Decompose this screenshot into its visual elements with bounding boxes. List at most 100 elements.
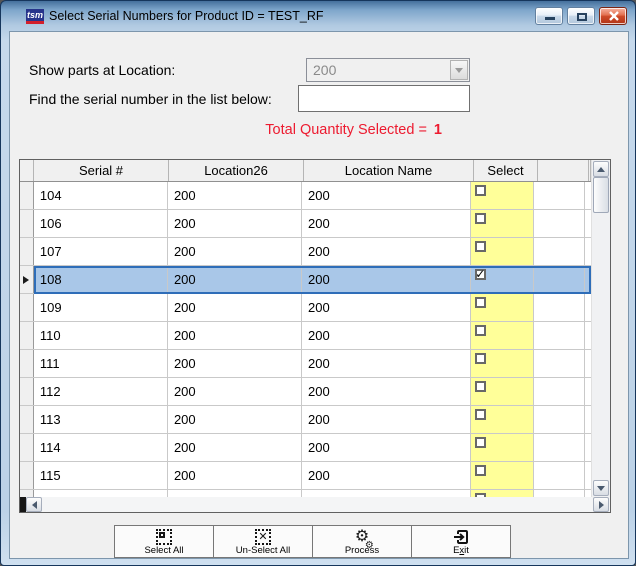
grid-row[interactable]: 110200200 <box>20 322 591 350</box>
location-name-cell[interactable]: 200 <box>302 434 471 461</box>
select-checkbox[interactable] <box>475 269 486 280</box>
select-cell[interactable] <box>471 350 535 377</box>
vertical-scrollbar[interactable] <box>591 160 610 497</box>
location-name-cell[interactable]: 200 <box>302 350 471 377</box>
grid-row[interactable]: 104200200 <box>20 182 591 210</box>
grid-row[interactable]: 112200200 <box>20 378 591 406</box>
row-selector-cell[interactable] <box>20 294 34 321</box>
select-cell[interactable] <box>471 462 535 489</box>
row-selector-cell[interactable] <box>20 182 34 209</box>
extra-cell[interactable] <box>534 294 585 321</box>
scroll-down-button[interactable] <box>593 480 609 496</box>
select-checkbox[interactable] <box>475 241 486 252</box>
scroll-right-button[interactable] <box>593 497 609 512</box>
location-name-cell[interactable]: 200 <box>302 266 471 293</box>
select-cell[interactable] <box>471 266 535 293</box>
minimize-button[interactable] <box>535 7 563 25</box>
serial-cell[interactable]: 110 <box>34 322 168 349</box>
row-selector-cell[interactable] <box>20 406 34 433</box>
extra-cell[interactable] <box>534 462 585 489</box>
select-checkbox[interactable] <box>475 409 486 420</box>
location-name-cell[interactable]: 200 <box>302 210 471 237</box>
location-name-cell[interactable]: 200 <box>302 322 471 349</box>
select-all-button[interactable]: Select All <box>114 525 214 558</box>
serial-cell[interactable]: 111 <box>34 350 168 377</box>
location26-cell[interactable]: 200 <box>168 182 302 209</box>
serial-cell[interactable]: 108 <box>34 266 168 293</box>
select-cell[interactable] <box>471 378 535 405</box>
grid-row[interactable]: 109200200 <box>20 294 591 322</box>
select-checkbox[interactable] <box>475 465 486 476</box>
select-checkbox[interactable] <box>475 185 486 196</box>
extra-cell[interactable] <box>534 210 585 237</box>
location26-cell[interactable]: 200 <box>168 238 302 265</box>
row-selector-cell[interactable] <box>20 434 34 461</box>
select-cell[interactable] <box>471 294 535 321</box>
dropdown-arrow-button[interactable] <box>450 60 468 80</box>
scroll-left-button[interactable] <box>26 497 42 512</box>
select-checkbox[interactable] <box>475 325 486 336</box>
select-cell[interactable] <box>471 238 535 265</box>
exit-button[interactable]: Exit <box>411 525 511 558</box>
serial-cell[interactable]: 112 <box>34 378 168 405</box>
vertical-scrollbar-thumb[interactable] <box>593 177 609 213</box>
location26-cell[interactable]: 200 <box>168 266 302 293</box>
close-button[interactable] <box>599 7 627 25</box>
location26-cell[interactable]: 200 <box>168 322 302 349</box>
location26-cell[interactable]: 200 <box>168 210 302 237</box>
grid-row[interactable]: 108200200 <box>20 266 591 294</box>
grid-row[interactable]: 114200200 <box>20 434 591 462</box>
grid-row[interactable]: 107200200 <box>20 238 591 266</box>
grid-row[interactable]: 113200200 <box>20 406 591 434</box>
serial-cell[interactable]: 104 <box>34 182 168 209</box>
location-name-cell[interactable]: 200 <box>302 182 471 209</box>
location-name-cell[interactable]: 200 <box>302 462 471 489</box>
row-selector-cell[interactable] <box>20 266 34 293</box>
maximize-button[interactable] <box>567 7 595 25</box>
extra-cell[interactable] <box>534 266 585 293</box>
titlebar[interactable]: tsm Select Serial Numbers for Product ID… <box>1 1 635 31</box>
location26-cell[interactable]: 200 <box>168 350 302 377</box>
select-cell[interactable] <box>471 434 535 461</box>
process-button[interactable]: Process <box>312 525 412 558</box>
location26-cell[interactable]: 200 <box>168 462 302 489</box>
row-selector-cell[interactable] <box>20 238 34 265</box>
select-cell[interactable] <box>471 182 535 209</box>
serial-cell[interactable]: 114 <box>34 434 168 461</box>
location26-cell[interactable]: 200 <box>168 434 302 461</box>
location26-cell[interactable]: 200 <box>168 406 302 433</box>
scroll-up-button[interactable] <box>593 161 609 177</box>
serial-cell[interactable]: 107 <box>34 238 168 265</box>
extra-cell[interactable] <box>534 182 585 209</box>
select-cell[interactable] <box>471 322 535 349</box>
location-name-cell[interactable]: 200 <box>302 294 471 321</box>
location26-cell[interactable]: 200 <box>168 378 302 405</box>
header-location-name[interactable]: Location Name <box>304 160 474 181</box>
serial-cell[interactable]: 115 <box>34 462 168 489</box>
select-checkbox[interactable] <box>475 381 486 392</box>
select-checkbox[interactable] <box>475 213 486 224</box>
serial-cell[interactable]: 106 <box>34 210 168 237</box>
grid-row[interactable]: 106200200 <box>20 210 591 238</box>
extra-cell[interactable] <box>534 238 585 265</box>
grid-row[interactable]: 111200200 <box>20 350 591 378</box>
serial-cell[interactable]: 109 <box>34 294 168 321</box>
extra-cell[interactable] <box>534 322 585 349</box>
find-serial-input[interactable] <box>298 85 470 112</box>
header-select[interactable]: Select <box>474 160 538 181</box>
header-location26[interactable]: Location26 <box>169 160 304 181</box>
row-selector-cell[interactable] <box>20 378 34 405</box>
row-selector-cell[interactable] <box>20 462 34 489</box>
serial-cell[interactable]: 113 <box>34 406 168 433</box>
select-checkbox[interactable] <box>475 297 486 308</box>
row-selector-cell[interactable] <box>20 350 34 377</box>
location26-cell[interactable]: 200 <box>168 294 302 321</box>
select-cell[interactable] <box>471 406 535 433</box>
location-name-cell[interactable]: 200 <box>302 378 471 405</box>
select-checkbox[interactable] <box>475 437 486 448</box>
grid-row[interactable]: 115200200 <box>20 462 591 490</box>
horizontal-scrollbar[interactable] <box>20 497 610 512</box>
select-cell[interactable] <box>471 210 535 237</box>
extra-cell[interactable] <box>534 378 585 405</box>
row-selector-cell[interactable] <box>20 210 34 237</box>
